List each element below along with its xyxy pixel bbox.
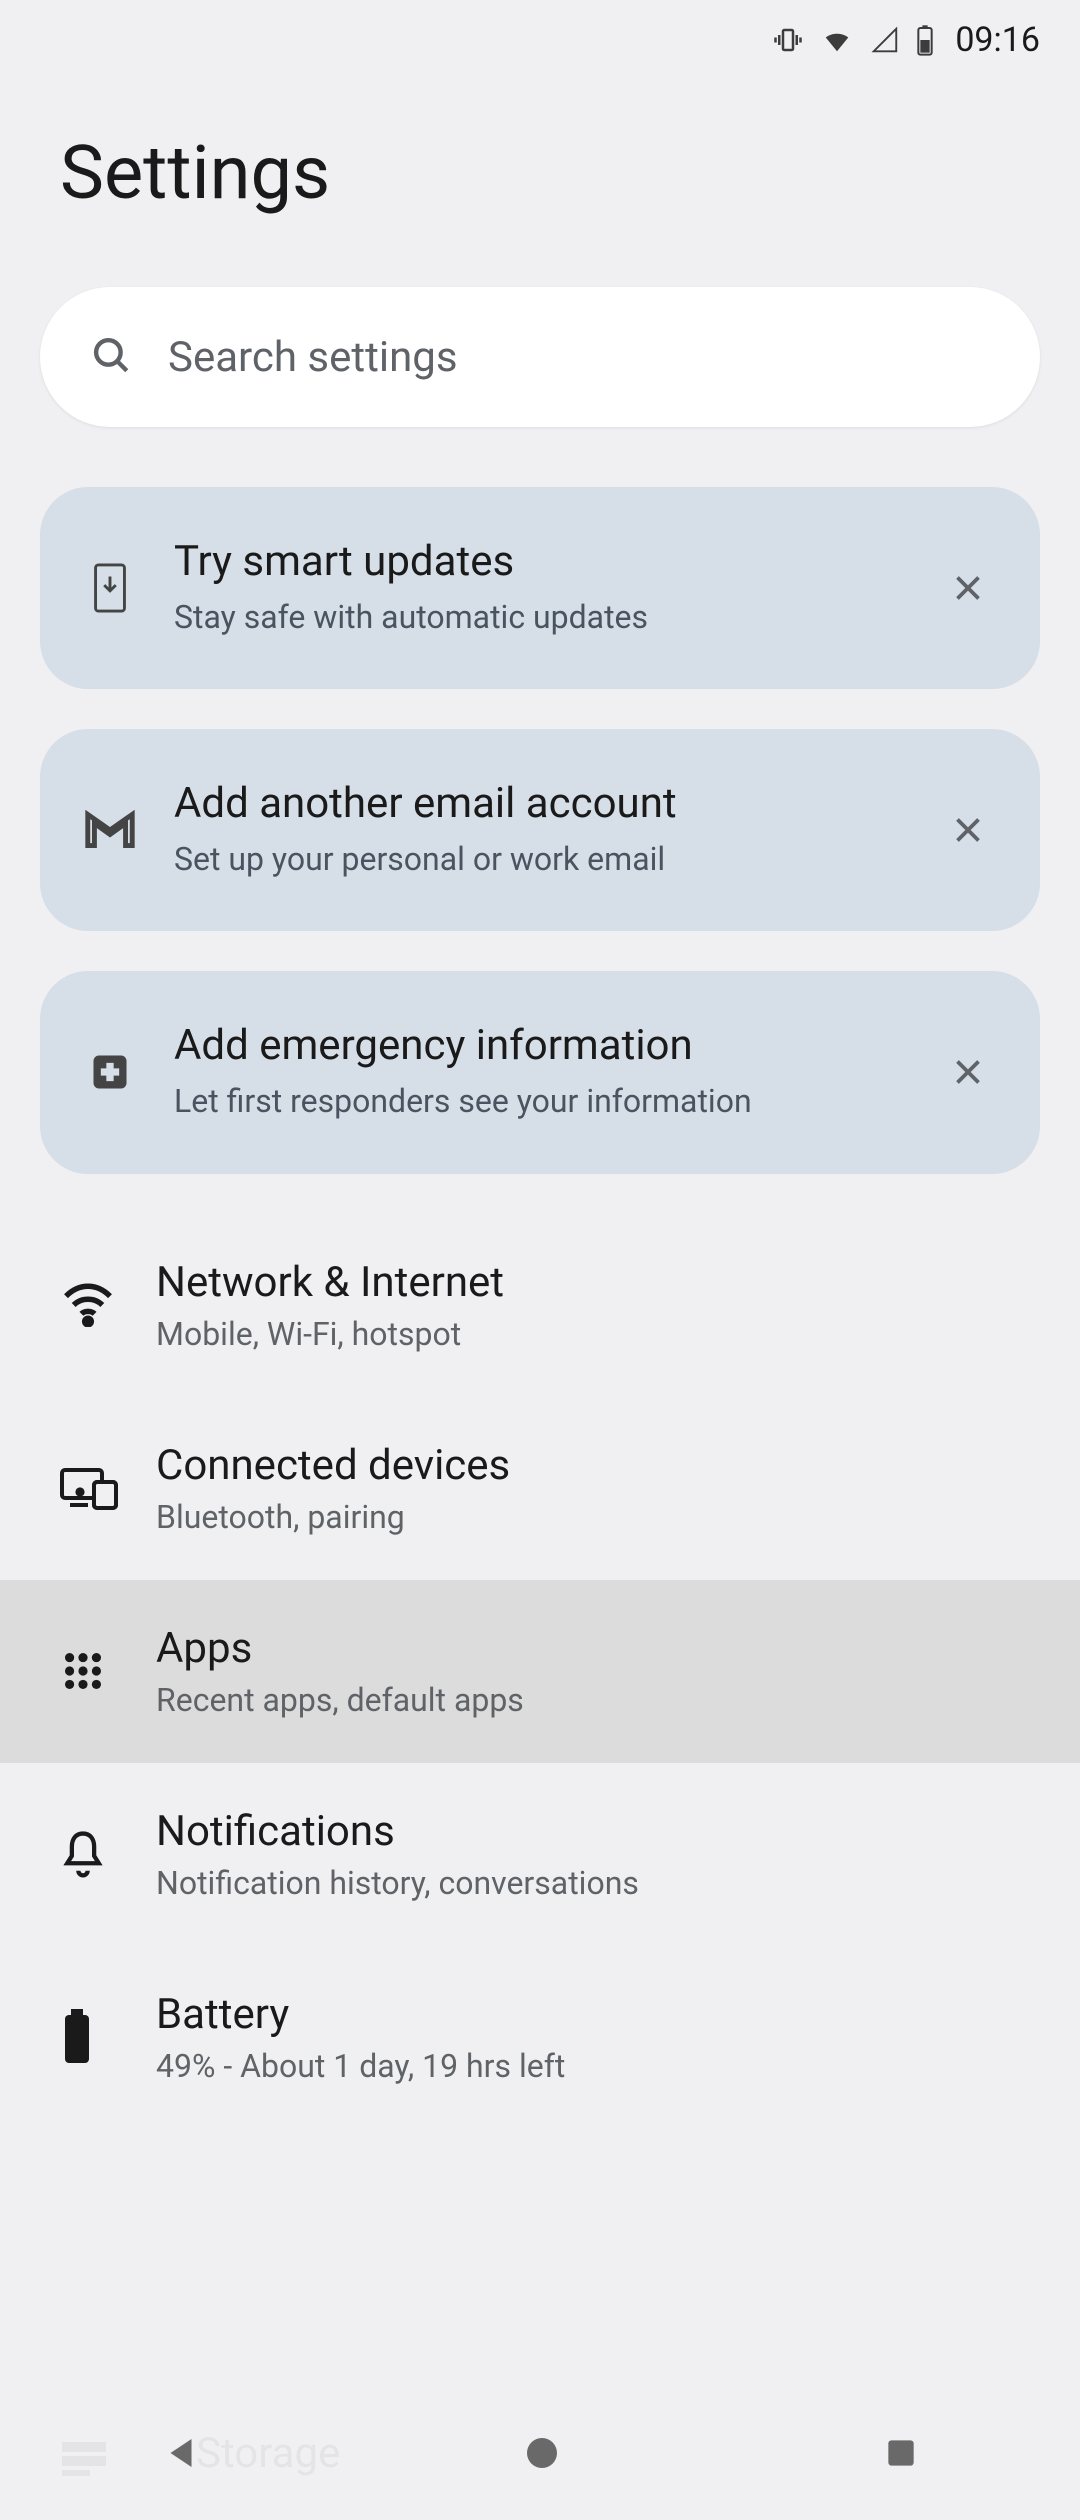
battery-status-icon <box>915 24 935 56</box>
search-placeholder: Search settings <box>168 333 458 382</box>
apps-icon <box>60 1648 140 1694</box>
item-subtitle: Recent apps, default apps <box>156 1681 1020 1719</box>
item-body: Notifications Notification history, conv… <box>156 1807 1020 1902</box>
devices-icon <box>60 1466 140 1510</box>
item-subtitle: Notification history, conversations <box>156 1864 1020 1902</box>
suggestion-body: Add emergency information Let first resp… <box>174 1021 936 1123</box>
item-body: Connected devices Bluetooth, pairing <box>156 1441 1020 1536</box>
item-title: Network & Internet <box>156 1258 1020 1307</box>
nav-home-button[interactable] <box>462 2413 622 2497</box>
item-body: Network & Internet Mobile, Wi-Fi, hotspo… <box>156 1258 1020 1353</box>
item-subtitle: Bluetooth, pairing <box>156 1498 1020 1536</box>
status-bar: 09:16 <box>0 0 1080 80</box>
item-title: Battery <box>156 1990 1020 2039</box>
suggestion-add-email[interactable]: Add another email account Set up your pe… <box>40 729 1040 931</box>
suggestion-subtitle: Let first responders see your informatio… <box>174 1080 916 1123</box>
vibrate-icon <box>771 25 805 55</box>
dismiss-button[interactable] <box>936 798 1000 862</box>
suggestion-body: Add another email account Set up your pe… <box>174 779 936 881</box>
settings-list: Network & Internet Mobile, Wi-Fi, hotspo… <box>0 1214 1080 2129</box>
nav-back-button[interactable] <box>100 2412 262 2498</box>
nav-recent-button[interactable] <box>822 2414 980 2496</box>
item-title: Connected devices <box>156 1441 1020 1490</box>
settings-item-network[interactable]: Network & Internet Mobile, Wi-Fi, hotspo… <box>0 1214 1080 1397</box>
item-body: Battery 49% - About 1 day, 19 hrs left <box>156 1990 1020 2085</box>
search-bar[interactable]: Search settings <box>40 287 1040 427</box>
search-icon <box>90 334 132 380</box>
suggestion-title: Try smart updates <box>174 537 916 586</box>
suggestion-emergency-info[interactable]: Add emergency information Let first resp… <box>40 971 1040 1173</box>
settings-item-battery[interactable]: Battery 49% - About 1 day, 19 hrs left <box>0 1946 1080 2129</box>
navigation-bar <box>0 2390 1080 2520</box>
suggestion-subtitle: Set up your personal or work email <box>174 838 916 881</box>
medical-icon <box>80 1050 140 1094</box>
cell-signal-icon <box>869 25 901 55</box>
settings-item-notifications[interactable]: Notifications Notification history, conv… <box>0 1763 1080 1946</box>
settings-item-connected-devices[interactable]: Connected devices Bluetooth, pairing <box>0 1397 1080 1580</box>
wifi-status-icon <box>819 25 855 55</box>
suggestion-subtitle: Stay safe with automatic updates <box>174 596 916 639</box>
item-subtitle: 49% - About 1 day, 19 hrs left <box>156 2047 1020 2085</box>
status-time: 09:16 <box>955 20 1040 60</box>
settings-item-apps[interactable]: Apps Recent apps, default apps <box>0 1580 1080 1763</box>
battery-icon <box>60 2009 140 2065</box>
page-title: Settings <box>60 130 1080 217</box>
bell-icon <box>60 1828 140 1880</box>
dismiss-button[interactable] <box>936 556 1000 620</box>
wifi-icon <box>60 1283 140 1327</box>
update-phone-icon <box>80 562 140 614</box>
suggestion-smart-updates[interactable]: Try smart updates Stay safe with automat… <box>40 487 1040 689</box>
dismiss-button[interactable] <box>936 1040 1000 1104</box>
item-title: Apps <box>156 1624 1020 1673</box>
item-body: Apps Recent apps, default apps <box>156 1624 1020 1719</box>
suggestion-body: Try smart updates Stay safe with automat… <box>174 537 936 639</box>
gmail-icon <box>80 810 140 850</box>
suggestion-title: Add emergency information <box>174 1021 916 1070</box>
suggestion-title: Add another email account <box>174 779 916 828</box>
item-title: Notifications <box>156 1807 1020 1856</box>
item-subtitle: Mobile, Wi-Fi, hotspot <box>156 1315 1020 1353</box>
